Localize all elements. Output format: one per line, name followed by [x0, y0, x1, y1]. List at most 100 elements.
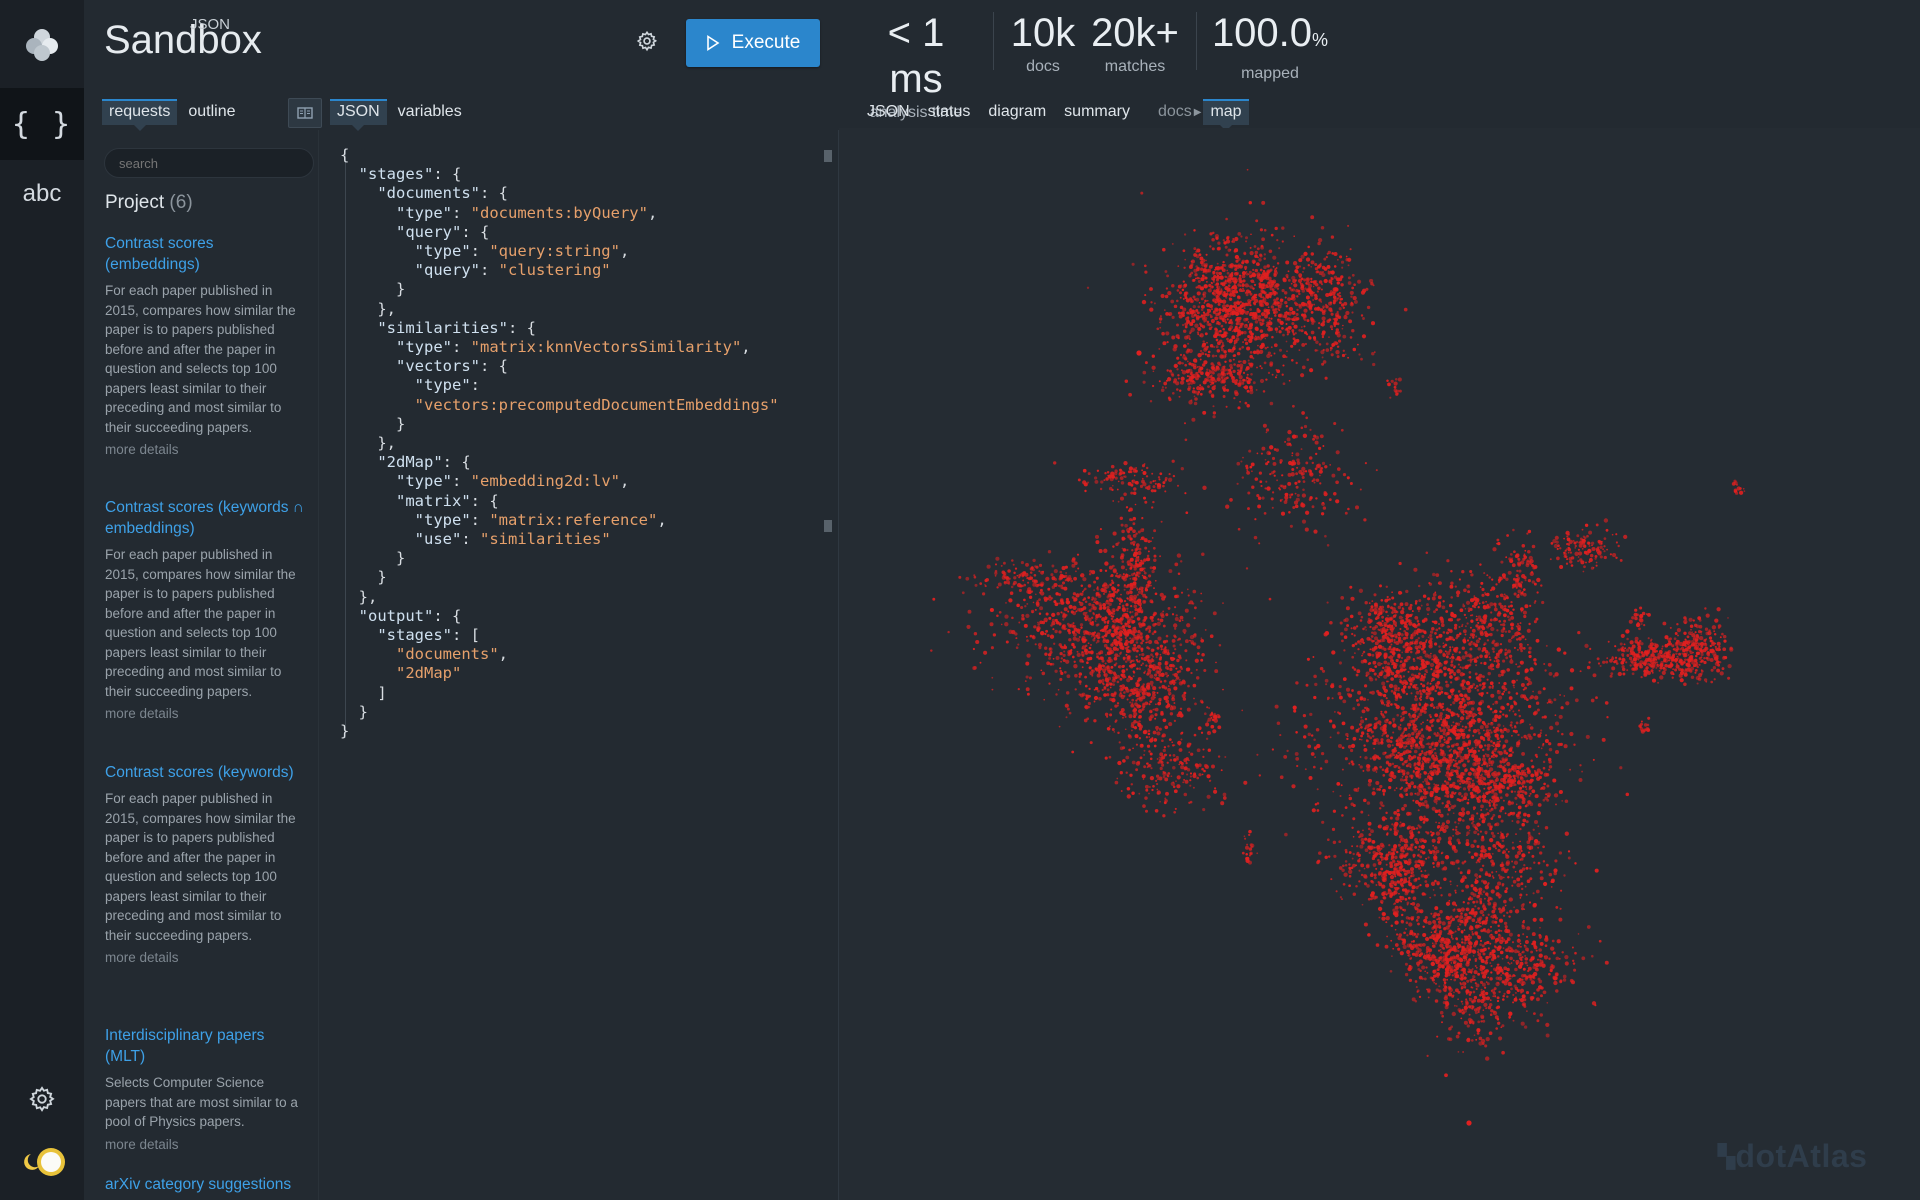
map-point[interactable] [1251, 485, 1255, 489]
map-point[interactable] [1336, 782, 1341, 786]
map-point[interactable] [1197, 390, 1201, 394]
map-point[interactable] [1189, 772, 1193, 775]
map-point[interactable] [1362, 317, 1365, 320]
map-point[interactable] [1197, 305, 1201, 309]
map-point[interactable] [1440, 723, 1444, 727]
map-point[interactable] [1196, 291, 1201, 296]
map-point[interactable] [1217, 241, 1221, 245]
map-point[interactable] [1286, 437, 1291, 442]
map-point[interactable] [1160, 388, 1165, 392]
map-point[interactable] [1092, 612, 1095, 615]
map-point[interactable] [1017, 643, 1020, 646]
map-point[interactable] [1040, 570, 1044, 575]
map-point[interactable] [1198, 375, 1201, 378]
map-point[interactable] [1574, 698, 1579, 703]
map-point[interactable] [1269, 361, 1274, 366]
map-point[interactable] [1116, 702, 1120, 705]
map-point[interactable] [1366, 801, 1371, 805]
map-point[interactable] [1220, 282, 1224, 286]
map-point[interactable] [1246, 346, 1251, 351]
map-point[interactable] [1217, 755, 1221, 758]
map-point[interactable] [1185, 511, 1189, 515]
map-point[interactable] [1163, 753, 1167, 757]
map-point[interactable] [1104, 662, 1107, 665]
map-point[interactable] [1259, 365, 1262, 368]
map-point[interactable] [1281, 498, 1283, 501]
map-point[interactable] [1085, 697, 1088, 701]
map-point[interactable] [1058, 622, 1062, 626]
map-point[interactable] [1095, 623, 1099, 627]
map-point[interactable] [1344, 757, 1348, 761]
map-point[interactable] [1071, 563, 1076, 568]
map-point[interactable] [1303, 318, 1307, 322]
map-point[interactable] [1094, 620, 1097, 622]
map-point[interactable] [1186, 707, 1191, 712]
map-point[interactable] [1129, 566, 1133, 570]
map-point[interactable] [1393, 691, 1397, 695]
map-point[interactable] [1399, 680, 1402, 683]
map-point[interactable] [1470, 707, 1475, 711]
map-point[interactable] [1082, 598, 1085, 602]
map-point[interactable] [1034, 565, 1037, 568]
map-point[interactable] [1058, 725, 1061, 728]
map-point[interactable] [1294, 751, 1299, 756]
map-point[interactable] [1559, 694, 1561, 696]
map-point[interactable] [1194, 702, 1197, 706]
map-point[interactable] [1351, 845, 1354, 848]
map-point[interactable] [1304, 470, 1308, 473]
map-point[interactable] [1335, 480, 1339, 485]
map-point[interactable] [1120, 565, 1125, 570]
map-point[interactable] [1129, 692, 1133, 696]
map-point[interactable] [1064, 579, 1067, 582]
map-point[interactable] [1176, 775, 1181, 780]
map-point[interactable] [1334, 711, 1336, 713]
map-point[interactable] [1199, 349, 1203, 353]
map-point[interactable] [1182, 329, 1187, 333]
map-point[interactable] [1496, 690, 1501, 695]
map-point[interactable] [1021, 613, 1025, 618]
map-point[interactable] [1073, 660, 1076, 663]
map-point[interactable] [1267, 351, 1272, 355]
map-point[interactable] [1313, 481, 1316, 484]
map-point[interactable] [1071, 750, 1075, 754]
map-point[interactable] [1358, 353, 1361, 356]
map-point[interactable] [1201, 767, 1204, 771]
map-point[interactable] [1545, 753, 1548, 756]
map-point[interactable] [1355, 673, 1359, 677]
map-point[interactable] [1167, 772, 1171, 775]
map-point[interactable] [1280, 511, 1286, 516]
map-point[interactable] [1339, 794, 1342, 798]
map-point[interactable] [1266, 284, 1268, 287]
map-point[interactable] [1331, 345, 1334, 347]
map-point[interactable] [1256, 276, 1260, 279]
map-point[interactable] [1183, 766, 1187, 771]
map-point[interactable] [1143, 496, 1146, 500]
map-point[interactable] [1275, 283, 1280, 288]
map-point[interactable] [1340, 283, 1344, 287]
map-point[interactable] [1335, 350, 1340, 355]
map-point[interactable] [1240, 235, 1243, 238]
map-point[interactable] [1261, 296, 1265, 299]
map-point[interactable] [1110, 611, 1114, 615]
map-point[interactable] [1395, 742, 1400, 747]
map-point[interactable] [1162, 247, 1166, 252]
map-point[interactable] [1115, 643, 1119, 647]
map-point[interactable] [1143, 753, 1146, 756]
map-point[interactable] [1250, 233, 1252, 236]
map-point[interactable] [1226, 269, 1229, 272]
map-point[interactable] [1545, 644, 1548, 647]
map-point[interactable] [1301, 289, 1306, 293]
map-point[interactable] [1292, 705, 1297, 710]
map-point[interactable] [1200, 638, 1205, 643]
map-point[interactable] [1306, 657, 1310, 661]
map-point[interactable] [1130, 605, 1133, 608]
map-point[interactable] [1409, 792, 1414, 796]
map-point[interactable] [1508, 709, 1511, 712]
map-point[interactable] [1152, 480, 1155, 483]
map-point[interactable] [1026, 692, 1030, 696]
map-point[interactable] [1145, 655, 1150, 659]
map-point[interactable] [1334, 312, 1340, 317]
map-point[interactable] [1159, 326, 1162, 329]
map-point[interactable] [1081, 666, 1084, 669]
map-point[interactable] [1127, 563, 1130, 566]
